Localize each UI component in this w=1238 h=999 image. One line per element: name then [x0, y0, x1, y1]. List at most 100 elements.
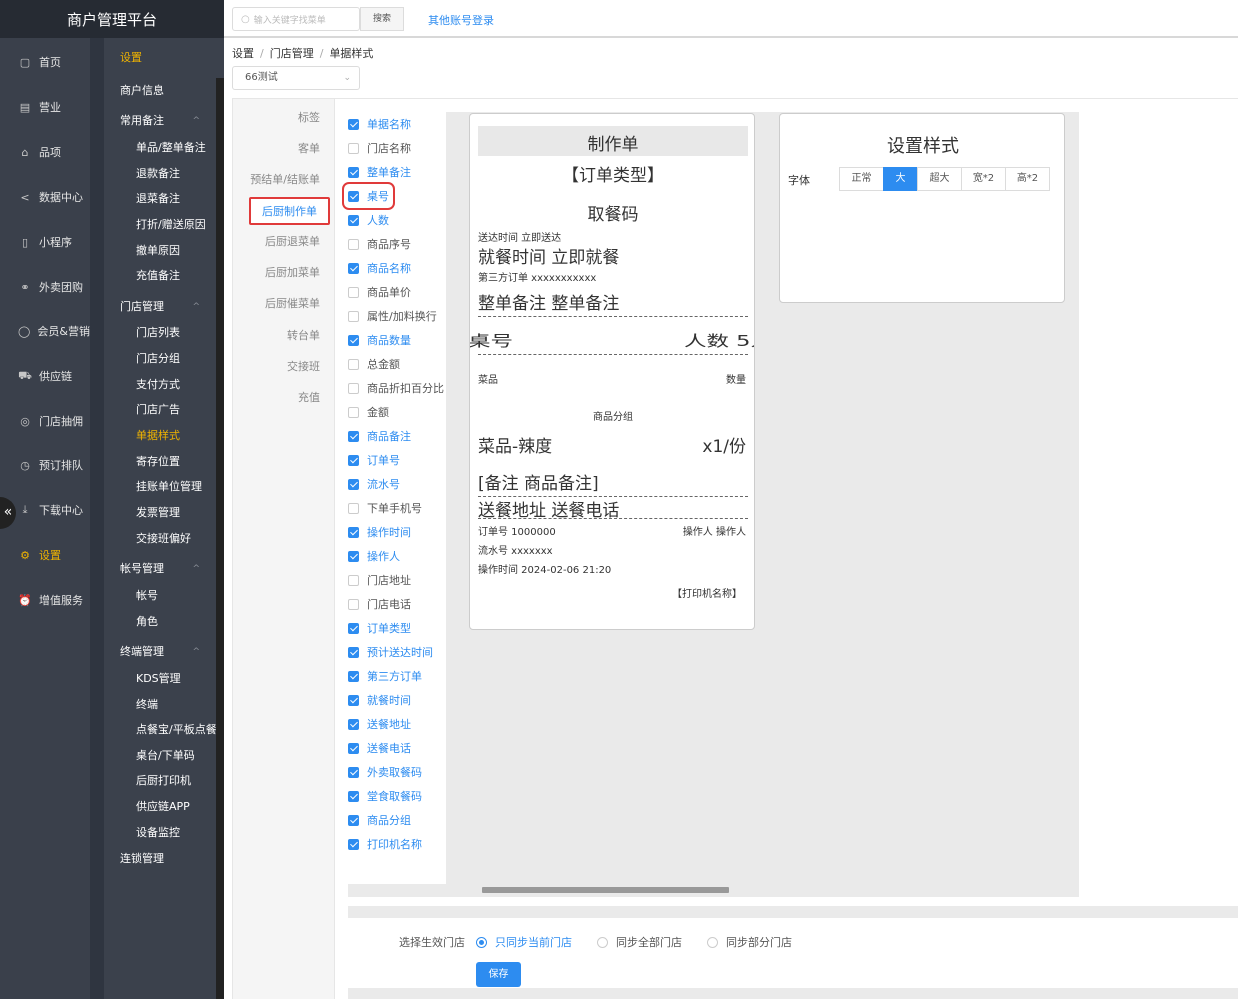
checkbox-checked-icon[interactable] [348, 262, 359, 274]
checkbox-checked-icon[interactable] [348, 694, 359, 706]
submenu-group[interactable]: 门店管理 ^ [104, 296, 216, 318]
field-checkbox[interactable]: 第三方订单 [348, 668, 422, 684]
submenu-item[interactable]: 寄存位置 [104, 451, 216, 473]
receipt-type-tab[interactable]: 后厨退菜单 [265, 233, 320, 249]
checkbox-checked-icon[interactable] [348, 118, 359, 130]
checkbox-icon[interactable] [348, 382, 359, 394]
field-checkbox[interactable]: 送餐电话 [348, 740, 411, 756]
nav-item[interactable]: ◯ 会员&营销 [0, 319, 90, 343]
submenu-item[interactable]: 点餐宝/平板点餐 [104, 719, 216, 741]
submenu-item[interactable]: 退菜备注 [104, 188, 216, 210]
nav-item[interactable]: ⚙ 设置 [0, 543, 90, 567]
receipt-type-tab[interactable]: 转台单 [287, 327, 320, 343]
breadcrumb-item[interactable]: 门店管理 [270, 47, 314, 60]
nav-item[interactable]: ◷ 预订排队 [0, 453, 90, 477]
submenu-item[interactable]: 退款备注 [104, 163, 216, 185]
submenu-item[interactable]: 门店分组 [104, 348, 216, 370]
field-checkbox[interactable]: 外卖取餐码 [348, 764, 422, 780]
field-checkbox[interactable]: 门店电话 [348, 596, 411, 612]
search-button[interactable]: 搜索 [360, 7, 404, 31]
field-checkbox[interactable]: 下单手机号 [348, 500, 422, 516]
submenu-group[interactable]: 商户信息 [104, 80, 216, 102]
field-checkbox[interactable]: 操作人 [348, 548, 400, 564]
receipt-type-tab[interactable]: 客单 [298, 140, 320, 156]
checkbox-checked-icon[interactable] [348, 166, 359, 178]
field-checkbox[interactable]: 操作时间 [348, 524, 411, 540]
sync-option-radio[interactable]: 同步部分门店 [707, 934, 792, 950]
field-checkbox[interactable]: 订单类型 [348, 620, 411, 636]
submenu-item[interactable]: 挂账单位管理 [104, 476, 216, 498]
field-checkbox[interactable]: 商品折扣百分比 [348, 380, 444, 396]
radio-icon[interactable] [597, 936, 608, 948]
field-checkbox[interactable]: 桌号 [342, 182, 395, 210]
field-checkbox[interactable]: 单据名称 [348, 116, 411, 132]
field-checkbox[interactable]: 整单备注 [348, 164, 411, 180]
field-checkbox[interactable]: 堂食取餐码 [348, 788, 422, 804]
search-input[interactable]: ○ 输入关键字找菜单 [232, 7, 360, 31]
checkbox-checked-icon[interactable] [348, 646, 359, 658]
receipt-type-tab[interactable]: 后厨加菜单 [265, 264, 320, 280]
submenu-item[interactable]: 后厨打印机 [104, 770, 216, 792]
checkbox-icon[interactable] [348, 142, 359, 154]
checkbox-checked-icon[interactable] [348, 742, 359, 754]
submenu-group[interactable]: 终端管理 ^ [104, 641, 216, 663]
field-checkbox[interactable]: 打印机名称 [348, 836, 422, 852]
submenu-item[interactable]: KDS管理 [104, 668, 216, 690]
checkbox-icon[interactable] [348, 310, 359, 322]
checkbox-checked-icon[interactable] [348, 790, 359, 802]
preview-horizontal-scrollbar[interactable] [482, 887, 729, 893]
checkbox-checked-icon[interactable] [348, 190, 359, 202]
radio-icon[interactable] [476, 936, 487, 948]
checkbox-checked-icon[interactable] [348, 622, 359, 634]
nav-item[interactable]: ▯ 小程序 [0, 230, 90, 254]
checkbox-checked-icon[interactable] [348, 838, 359, 850]
other-account-login-link[interactable]: 其他账号登录 [428, 12, 494, 28]
checkbox-icon[interactable] [348, 598, 359, 610]
receipt-type-tab[interactable]: 充值 [298, 389, 320, 405]
field-checkbox[interactable]: 就餐时间 [348, 692, 411, 708]
submenu-group[interactable]: 常用备注 ^ [104, 110, 216, 132]
sync-option-radio[interactable]: 只同步当前门店 [476, 934, 572, 950]
font-size-option[interactable]: 大 [883, 167, 918, 191]
nav-item[interactable]: ⚭ 外卖团购 [0, 275, 90, 299]
checkbox-icon[interactable] [348, 286, 359, 298]
nav-item[interactable]: < 数据中心 [0, 185, 90, 209]
checkbox-icon[interactable] [348, 238, 359, 250]
checkbox-checked-icon[interactable] [348, 526, 359, 538]
checkbox-checked-icon[interactable] [348, 430, 359, 442]
checkbox-icon[interactable] [348, 574, 359, 586]
nav-item[interactable]: ▤ 营业 [0, 95, 90, 119]
field-checkbox[interactable]: 预计送达时间 [348, 644, 433, 660]
submenu-scrollbar[interactable] [216, 78, 224, 999]
checkbox-icon[interactable] [348, 502, 359, 514]
submenu-item[interactable]: 发票管理 [104, 502, 216, 524]
font-size-option[interactable]: 正常 [839, 167, 884, 191]
field-checkbox[interactable]: 商品备注 [348, 428, 411, 444]
submenu-item[interactable]: 设备监控 [104, 822, 216, 844]
submenu-item[interactable]: 帐号 [104, 585, 216, 607]
checkbox-checked-icon[interactable] [348, 334, 359, 346]
field-checkbox[interactable]: 人数 [348, 212, 389, 228]
submenu-item[interactable]: 交接班偏好 [104, 528, 216, 550]
submenu-item[interactable]: 打折/赠送原因 [104, 214, 216, 236]
store-select[interactable]: 66测试 ⌄ [232, 66, 360, 90]
checkbox-icon[interactable] [348, 358, 359, 370]
submenu-group[interactable]: 帐号管理 ^ [104, 558, 216, 580]
field-checkbox[interactable]: 商品名称 [348, 260, 411, 276]
nav-item[interactable]: ◎ 门店抽佣 [0, 409, 90, 433]
field-checkbox[interactable]: 商品数量 [348, 332, 411, 348]
field-checkbox[interactable]: 金额 [348, 404, 389, 420]
submenu-item[interactable]: 单品/整单备注 [104, 137, 216, 159]
field-checkbox[interactable]: 门店名称 [348, 140, 411, 156]
checkbox-icon[interactable] [348, 406, 359, 418]
font-size-option[interactable]: 高*2 [1005, 167, 1050, 191]
nav-item[interactable]: ⌂ 品项 [0, 140, 90, 164]
field-checkbox[interactable]: 流水号 [348, 476, 400, 492]
receipt-type-tab[interactable]: 标签 [298, 109, 320, 125]
field-checkbox[interactable]: 订单号 [348, 452, 400, 468]
submenu-item[interactable]: 支付方式 [104, 374, 216, 396]
checkbox-checked-icon[interactable] [348, 550, 359, 562]
field-checkbox[interactable]: 商品分组 [348, 812, 411, 828]
save-button[interactable]: 保存 [476, 962, 521, 987]
submenu-item[interactable]: 角色 [104, 611, 216, 633]
